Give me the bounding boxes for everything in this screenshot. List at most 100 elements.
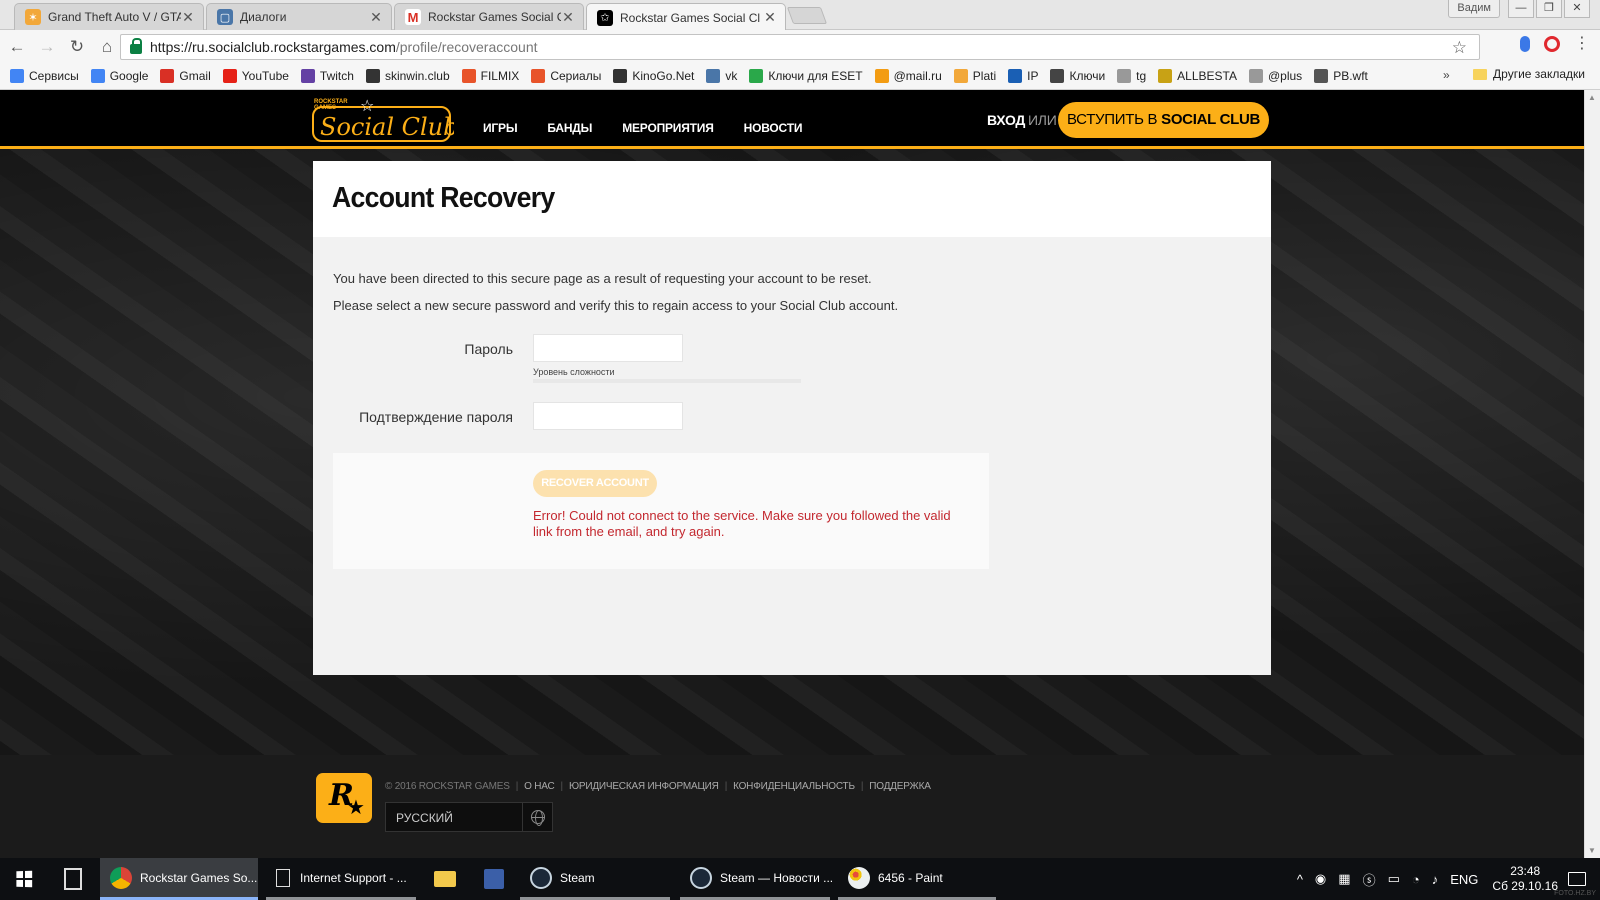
main-navigation: ИГРЫ БАНДЫ МЕРОПРИЯТИЯ НОВОСТИ — [483, 121, 802, 135]
browser-tab-social-club[interactable]: ✩ Rockstar Games Social Cl ✕ — [586, 3, 786, 31]
close-tab-icon[interactable]: ✕ — [181, 9, 195, 26]
home-icon[interactable]: ⌂ — [94, 34, 120, 60]
taskbar-item-steam-news[interactable]: Steam — Новости ... — [680, 858, 833, 900]
other-bookmarks-folder[interactable]: Другие закладки — [1473, 67, 1585, 81]
close-tab-icon[interactable]: ✕ — [561, 9, 575, 26]
join-social-club-button[interactable]: ВСТУПИТЬ В SOCIAL CLUB — [1058, 102, 1269, 138]
taskbar-item-internet-support[interactable]: Internet Support - ... — [266, 858, 416, 900]
show-hidden-icons-icon[interactable]: ^ — [1297, 872, 1303, 887]
bookmark-item[interactable]: Twitch — [300, 69, 354, 83]
footer-separator: | — [560, 781, 564, 792]
bookmark-item[interactable]: ALLBESTA — [1158, 69, 1237, 83]
file-explorer-icon — [434, 871, 456, 887]
language-selector[interactable]: РУССКИЙ — [385, 802, 553, 832]
system-clock[interactable]: 23:48 Сб 29.10.16 — [1492, 864, 1558, 894]
steam-tray-icon[interactable]: ◉ — [1315, 871, 1326, 887]
footer-link-legal[interactable]: ЮРИДИЧЕСКАЯ ИНФОРМАЦИЯ — [569, 781, 719, 792]
bookmark-item[interactable]: Ключи — [1050, 69, 1105, 83]
forward-arrow-icon[interactable]: → — [34, 34, 60, 60]
scroll-up-arrow-icon[interactable]: ▲ — [1588, 93, 1596, 102]
close-window-icon[interactable]: ✕ — [1564, 0, 1590, 18]
secure-lock-icon[interactable] — [130, 38, 142, 54]
clock-time: 23:48 — [1510, 864, 1541, 878]
voice-search-icon[interactable] — [1520, 36, 1530, 52]
close-tab-icon[interactable]: ✕ — [763, 9, 777, 26]
bookmark-label: Ключи для ESET — [768, 69, 863, 83]
skype-icon[interactable]: ⓢ — [1363, 870, 1376, 889]
bookmark-item[interactable]: PB.wft — [1314, 69, 1368, 83]
taskbar-item-paint[interactable]: 6456 - Paint — [838, 858, 996, 900]
url-text[interactable]: https://ru.socialclub.rockstargames.com/… — [150, 39, 538, 55]
browser-tab-gta[interactable]: ✶ Grand Theft Auto V / GTA ✕ — [14, 3, 204, 30]
browser-tab-gmail[interactable]: M Rockstar Games Social Cl ✕ — [394, 3, 584, 30]
bookmark-item[interactable]: tg — [1117, 69, 1146, 83]
bookmark-item[interactable]: @mail.ru — [874, 69, 942, 83]
bookmark-item[interactable]: YouTube — [222, 69, 289, 83]
recover-account-button[interactable]: RECOVER ACCOUNT — [533, 470, 657, 497]
bookmark-item[interactable]: skinwin.club — [365, 69, 450, 83]
bookmark-favicon-icon — [300, 69, 315, 83]
bookmark-favicon-icon — [222, 69, 237, 83]
language-label: РУССКИЙ — [396, 811, 453, 825]
reload-icon[interactable]: ↻ — [64, 34, 90, 60]
nav-news[interactable]: НОВОСТИ — [744, 121, 803, 135]
battery-icon[interactable]: ▭ — [1388, 871, 1400, 887]
input-language[interactable]: ENG — [1450, 872, 1478, 887]
login-link[interactable]: ВХОД — [987, 112, 1025, 128]
taskbar-item-steam[interactable]: Steam — [520, 858, 670, 900]
taskbar-calculator[interactable] — [56, 858, 94, 900]
opera-extension-icon[interactable] — [1544, 36, 1560, 52]
nav-crews[interactable]: БАНДЫ — [547, 121, 592, 135]
minimize-icon[interactable]: — — [1508, 0, 1534, 18]
bookmark-item[interactable]: Ключи для ESET — [749, 69, 863, 83]
bookmark-item[interactable]: Сериалы — [531, 69, 601, 83]
bookmark-label: @mail.ru — [893, 69, 942, 83]
display-icon[interactable]: ▦ — [1338, 871, 1350, 887]
svg-text:☆: ☆ — [360, 98, 374, 115]
bookmark-item[interactable]: Сервисы — [10, 69, 79, 83]
bookmark-label: PB.wft — [1333, 69, 1368, 83]
footer-link-about[interactable]: О НАС — [524, 781, 555, 792]
taskbar-file-explorer[interactable] — [424, 858, 468, 900]
bookmark-item[interactable]: Plati — [953, 69, 996, 83]
action-center-icon[interactable] — [1568, 872, 1586, 886]
restore-icon[interactable]: ❐ — [1536, 0, 1562, 18]
bookmark-favicon-icon — [160, 69, 175, 83]
bookmark-item[interactable]: KinoGo.Net — [613, 69, 694, 83]
bookmark-star-icon[interactable]: ☆ — [1452, 38, 1467, 58]
bookmark-item[interactable]: Gmail — [160, 69, 211, 83]
more-bookmarks-chevron-icon[interactable]: » — [1443, 68, 1450, 82]
close-tab-icon[interactable]: ✕ — [369, 9, 383, 26]
nav-events[interactable]: МЕРОПРИЯТИЯ — [622, 121, 714, 135]
profile-button[interactable]: Вадим — [1448, 0, 1500, 18]
footer-link-privacy[interactable]: КОНФИДЕНЦИАЛЬНОСТЬ — [733, 781, 855, 792]
start-button[interactable] — [0, 858, 48, 900]
footer-link-support[interactable]: ПОДДЕРЖКА — [869, 781, 931, 792]
back-arrow-icon[interactable]: ← — [4, 34, 30, 60]
bookmark-item[interactable]: IP — [1008, 69, 1038, 83]
bookmark-label: Сериалы — [550, 69, 602, 83]
bookmark-item[interactable]: vk — [706, 69, 737, 83]
browser-menu-icon[interactable]: ⋮ — [1574, 36, 1590, 52]
nav-games[interactable]: ИГРЫ — [483, 121, 518, 135]
address-bar[interactable]: https://ru.socialclub.rockstargames.com/… — [120, 34, 1480, 60]
bookmark-item[interactable]: Google — [90, 69, 148, 83]
new-tab-button[interactable] — [786, 7, 828, 24]
bookmark-item[interactable]: @plus — [1248, 69, 1302, 83]
volume-icon[interactable]: ♪ — [1432, 872, 1439, 887]
bookmark-label: skinwin.club — [384, 69, 450, 83]
taskbar-item-chrome[interactable]: Rockstar Games So... — [100, 858, 258, 900]
rockstar-logo[interactable]: R ★ — [316, 773, 372, 823]
password-input[interactable] — [533, 334, 683, 362]
bookmark-item[interactable]: FILMIX — [461, 69, 519, 83]
social-club-logo[interactable]: ROCKSTAR GAMES Social Club ☆ — [312, 95, 454, 145]
scroll-down-arrow-icon[interactable]: ▼ — [1588, 846, 1596, 855]
page-scrollbar[interactable]: ▲ ▼ — [1584, 90, 1600, 858]
confirm-password-input[interactable] — [533, 402, 683, 430]
wifi-icon[interactable]: ◔ — [1412, 872, 1420, 887]
browser-tab-dialogs[interactable]: ▢ Диалоги ✕ — [206, 3, 392, 30]
globe-icon[interactable] — [522, 803, 552, 831]
bookmark-favicon-icon — [749, 69, 764, 83]
taskbar-save-app[interactable] — [474, 858, 518, 900]
tab-title: Диалоги — [240, 10, 287, 24]
